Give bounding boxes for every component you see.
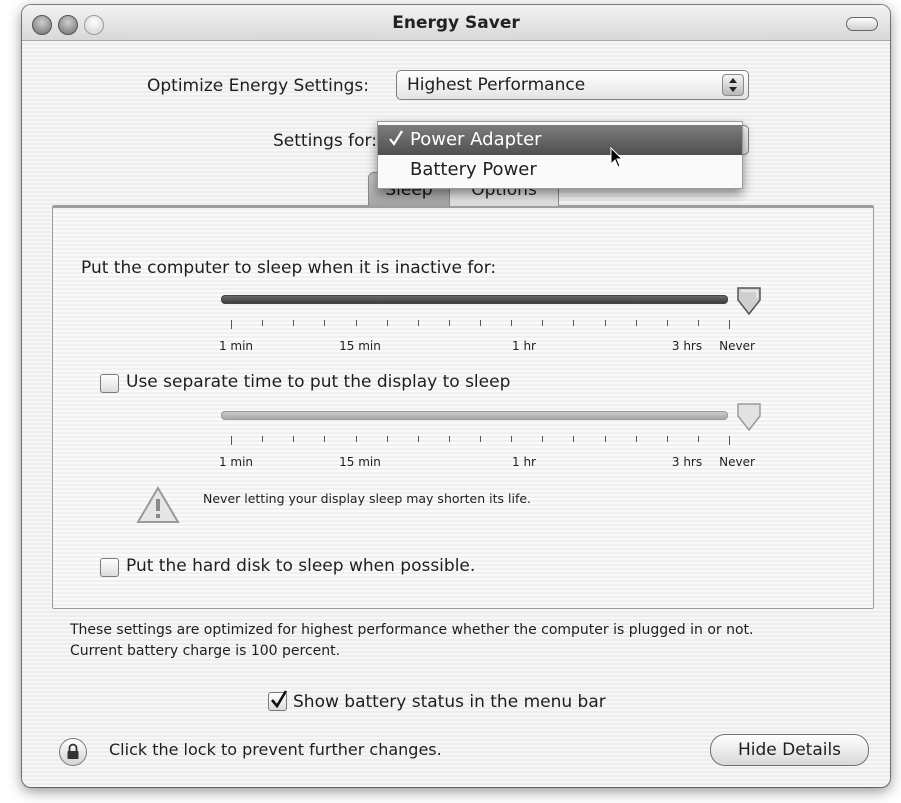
display-sleep-slider-thumb[interactable] <box>736 402 762 436</box>
tick-label-3hrs: 3 hrs <box>671 455 703 469</box>
slider-tick <box>418 436 419 442</box>
menu-item-power-adapter[interactable]: Power Adapter <box>378 125 742 155</box>
popup-arrows-icon <box>722 74 744 96</box>
slider-tick <box>356 320 357 326</box>
sleep-tab-panel: Put the computer to sleep when it is ina… <box>52 205 874 609</box>
slider-tick <box>387 320 388 326</box>
warning-icon <box>136 485 180 529</box>
display-sleep-ticks <box>231 436 751 446</box>
menu-item-label: Power Adapter <box>410 129 542 150</box>
slider-tick <box>449 320 450 326</box>
tick-label-1min: 1 min <box>218 339 254 353</box>
slider-tick <box>387 436 388 442</box>
tick-label-1hr: 1 hr <box>512 455 536 469</box>
slider-tick <box>636 320 637 326</box>
slider-tick <box>542 320 543 326</box>
display-sleep-slider-track[interactable] <box>221 411 728 420</box>
slider-tick <box>418 320 419 326</box>
slider-tick <box>667 436 668 442</box>
battery-status-checkbox[interactable] <box>268 690 288 711</box>
slider-tick <box>573 320 574 326</box>
display-sleep-checkbox-label: Use separate time to put the display to … <box>126 372 511 392</box>
hide-details-button[interactable]: Hide Details <box>710 734 869 766</box>
harddisk-sleep-checkbox[interactable] <box>100 558 119 577</box>
slider-tick <box>698 436 699 442</box>
slider-tick <box>511 436 512 442</box>
lock-text: Click the lock to prevent further change… <box>109 740 442 759</box>
menu-item-label: Battery Power <box>410 159 537 180</box>
computer-sleep-ticks <box>231 320 751 330</box>
tick-label-3hrs: 3 hrs <box>671 339 703 353</box>
slider-tick <box>605 436 606 442</box>
display-warning-text: Never letting your display sleep may sho… <box>203 491 532 506</box>
slider-tick <box>605 320 606 326</box>
info-line-2: Current battery charge is 100 percent. <box>70 643 341 659</box>
mouse-cursor-icon <box>610 146 624 173</box>
slider-tick <box>449 436 450 442</box>
lock-button[interactable] <box>59 738 87 766</box>
lock-icon <box>67 743 79 759</box>
tick-label-never: Never <box>719 455 755 469</box>
slider-tick <box>480 320 481 326</box>
slider-tick <box>698 320 699 326</box>
info-line-1: These settings are optimized for highest… <box>70 622 754 638</box>
harddisk-sleep-checkbox-label: Put the hard disk to sleep when possible… <box>126 556 476 576</box>
tick-label-1hr: 1 hr <box>512 339 536 353</box>
window-title: Energy Saver <box>392 13 520 33</box>
settings-for-label: Settings for: <box>273 131 377 151</box>
slider-tick <box>262 436 263 442</box>
slider-tick <box>262 320 263 326</box>
slider-tick <box>356 436 357 442</box>
battery-status-label: Show battery status in the menu bar <box>293 692 606 712</box>
checkmark-icon <box>389 129 403 152</box>
checkmark-icon <box>271 690 288 709</box>
tick-label-never: Never <box>719 339 755 353</box>
menu-item-battery-power[interactable]: Battery Power <box>378 155 742 185</box>
tick-label-1min: 1 min <box>218 455 254 469</box>
slider-tick <box>293 436 294 442</box>
slider-tick <box>667 320 668 326</box>
computer-sleep-slider-thumb[interactable] <box>736 286 762 320</box>
slider-tick <box>636 436 637 442</box>
tick-label-15min: 15 min <box>339 455 381 469</box>
slider-tick <box>573 436 574 442</box>
computer-sleep-label: Put the computer to sleep when it is ina… <box>81 258 497 278</box>
toolbar-toggle-button[interactable] <box>846 17 878 31</box>
slider-tick <box>324 436 325 442</box>
slider-tick <box>231 436 232 445</box>
slider-tick <box>293 320 294 326</box>
slider-tick <box>231 320 232 329</box>
slider-tick <box>324 320 325 326</box>
display-sleep-checkbox[interactable] <box>100 374 119 393</box>
optimize-label: Optimize Energy Settings: <box>147 76 370 96</box>
slider-tick <box>480 436 481 442</box>
optimize-value: Highest Performance <box>407 75 586 95</box>
energy-saver-window: Energy Saver Optimize Energy Settings: H… <box>22 5 890 787</box>
slider-tick <box>511 320 512 326</box>
settings-for-menu: Power Adapter Battery Power <box>377 121 743 189</box>
slider-tick <box>729 436 730 445</box>
slider-tick <box>542 436 543 442</box>
title-bar[interactable]: Energy Saver <box>22 5 890 41</box>
slider-tick <box>729 320 730 329</box>
computer-sleep-slider-track[interactable] <box>221 295 728 304</box>
tick-label-15min: 15 min <box>339 339 381 353</box>
optimize-popup[interactable]: Highest Performance <box>396 70 749 100</box>
